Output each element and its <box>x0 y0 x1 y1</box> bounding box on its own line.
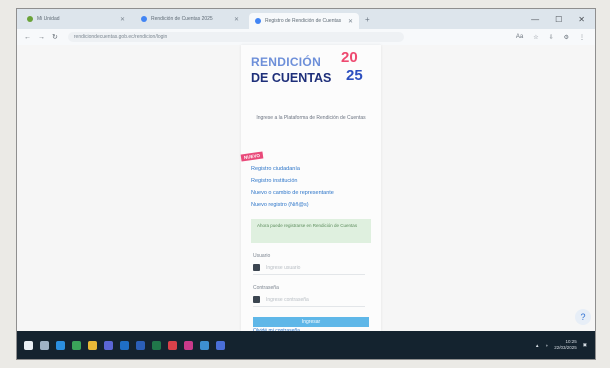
welcome-text: Ingrese a la Plataforma de Rendición de … <box>256 115 366 121</box>
settings-icon[interactable]: ⚙ <box>564 34 569 41</box>
username-field[interactable]: Ingrese usuario <box>253 261 365 275</box>
browser-toolbar: ← → ↻ rendiciondecuentas.gob.ec/rendicio… <box>17 29 595 46</box>
login-button[interactable]: Ingresar <box>253 317 369 327</box>
close-tab-icon[interactable]: ✕ <box>348 18 353 25</box>
reload-button[interactable]: ↻ <box>52 33 58 41</box>
logo-year-bottom: 25 <box>346 67 363 84</box>
photo-frame: Mi Unidad ✕ Rendición de Cuentas 2025 ✕ … <box>16 8 596 360</box>
app-icon-3[interactable] <box>200 340 209 350</box>
window-controls: — ☐ ✕ <box>531 15 595 24</box>
user-icon <box>253 264 260 271</box>
windows-taskbar: ▲ ◗ 10:25 22/03/2025 ▣ <box>17 331 595 359</box>
logo-line2: DE CUENTAS <box>251 71 332 85</box>
app-icon-2[interactable] <box>184 340 193 350</box>
close-window-button[interactable]: ✕ <box>578 15 585 24</box>
menu-icon[interactable]: ⋮ <box>579 34 585 41</box>
new-badge: NUEVO <box>240 151 264 162</box>
windows-start-icon[interactable] <box>24 340 33 350</box>
app-icon-1[interactable] <box>168 340 177 350</box>
browser-tools: Aa ☆ ⇩ ⚙ ⋮ <box>516 34 595 41</box>
forward-button[interactable]: → <box>38 34 45 41</box>
download-icon[interactable]: ⇩ <box>549 34 554 41</box>
lock-icon <box>253 296 260 303</box>
search-icon[interactable] <box>40 340 49 350</box>
logo-year-top: 20 <box>341 49 358 66</box>
file-explorer-icon[interactable] <box>88 340 97 350</box>
info-notice: Ahora puede registrarse en Rendición de … <box>251 219 371 243</box>
browser-tab-active[interactable]: Registro de Rendición de Cuentas ✕ <box>249 13 359 29</box>
outlook-icon[interactable] <box>120 340 129 350</box>
clock[interactable]: 10:25 22/03/2025 <box>554 339 577 351</box>
notifications-icon[interactable]: ▣ <box>583 342 587 348</box>
password-label: Contraseña <box>253 285 279 291</box>
site-favicon-icon <box>141 16 147 22</box>
taskbar-apps <box>17 340 225 350</box>
excel-icon[interactable] <box>152 340 161 350</box>
app-icon-4[interactable] <box>216 340 225 350</box>
browser-tab[interactable]: Mi Unidad ✕ <box>21 12 131 26</box>
word-icon[interactable] <box>136 340 145 350</box>
close-tab-icon[interactable]: ✕ <box>120 16 125 23</box>
link-cambio-representante[interactable]: Nuevo o cambio de representante <box>251 187 371 199</box>
drive-icon <box>27 16 33 22</box>
password-placeholder: Ingrese contraseña <box>266 296 309 303</box>
login-card: RENDICIÓN 20 DE CUENTAS 25 Ingrese a la … <box>240 45 381 334</box>
link-registro-ciudadania[interactable]: Registro ciudadanía <box>251 163 371 175</box>
help-chat-button[interactable]: ? <box>575 309 591 325</box>
rendicion-cuentas-logo: RENDICIÓN 20 DE CUENTAS 25 <box>251 49 371 91</box>
maximize-button[interactable]: ☐ <box>555 15 562 24</box>
username-label: Usuario <box>253 253 271 259</box>
link-nuevo-registro[interactable]: Nuevo registro (Niñ@s) <box>251 199 371 211</box>
close-tab-icon[interactable]: ✕ <box>234 16 239 23</box>
registration-links: Registro ciudadanía Registro institución… <box>251 163 371 211</box>
edge-icon[interactable] <box>56 340 65 350</box>
logo-line1: RENDICIÓN <box>251 55 322 69</box>
back-button[interactable]: ← <box>24 34 31 41</box>
chrome-icon[interactable] <box>72 340 81 350</box>
password-field[interactable]: Ingrese contraseña <box>253 293 365 307</box>
site-favicon-icon <box>255 18 261 24</box>
browser-tab[interactable]: Rendición de Cuentas 2025 ✕ <box>135 12 245 26</box>
bookmark-icon[interactable]: ☆ <box>533 34 538 41</box>
teams-icon[interactable] <box>104 340 113 350</box>
speaker-icon[interactable]: ◗ <box>545 343 548 348</box>
tab-label: Registro de Rendición de Cuentas <box>265 18 342 24</box>
wifi-icon[interactable]: ▲ <box>535 343 539 348</box>
address-bar[interactable]: rendiciondecuentas.gob.ec/rendicion/logi… <box>67 32 404 42</box>
username-placeholder: Ingrese usuario <box>266 264 301 271</box>
minimize-button[interactable]: — <box>531 15 539 24</box>
link-registro-institucion[interactable]: Registro institución <box>251 175 371 187</box>
clock-date: 22/03/2025 <box>554 345 577 350</box>
browser-tab-bar: Mi Unidad ✕ Rendición de Cuentas 2025 ✕ … <box>17 9 595 29</box>
system-tray: ▲ ◗ 10:25 22/03/2025 ▣ <box>535 339 595 351</box>
tab-label: Rendición de Cuentas 2025 <box>151 16 213 22</box>
translate-icon[interactable]: Aa <box>516 34 523 41</box>
new-tab-button[interactable]: + <box>365 15 370 24</box>
page-viewport: RENDICIÓN 20 DE CUENTAS 25 Ingrese a la … <box>17 45 595 334</box>
tab-label: Mi Unidad <box>37 16 60 22</box>
